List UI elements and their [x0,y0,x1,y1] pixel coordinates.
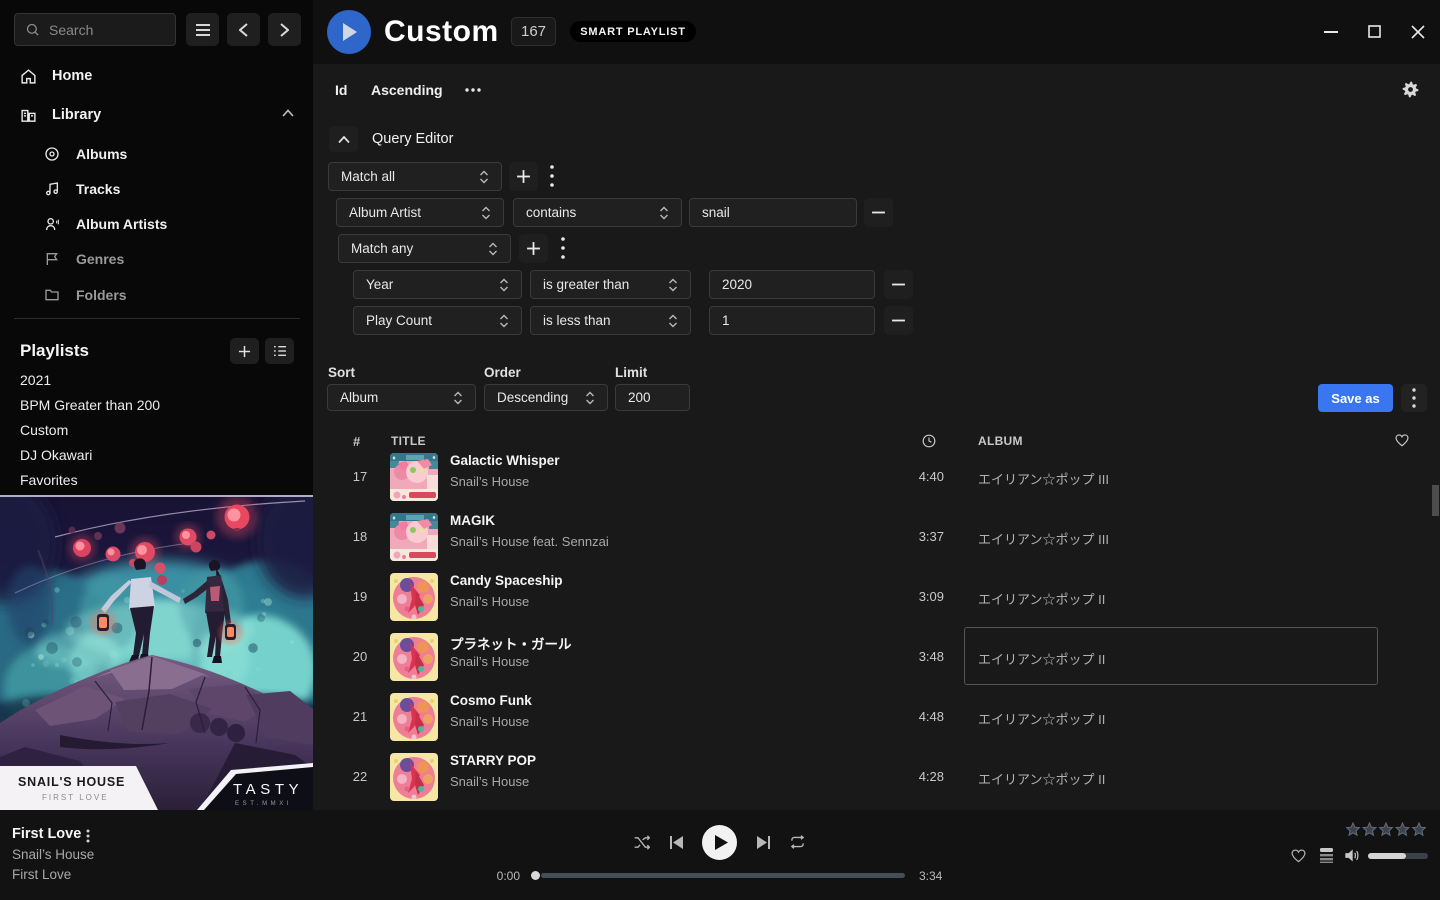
svg-text:SNAIL'S HOUSE: SNAIL'S HOUSE [18,775,125,789]
svg-text:TASTY: TASTY [233,781,303,798]
svg-text:EST.MMXI: EST.MMXI [235,801,292,807]
svg-text:FIRST LOVE: FIRST LOVE [42,793,109,802]
